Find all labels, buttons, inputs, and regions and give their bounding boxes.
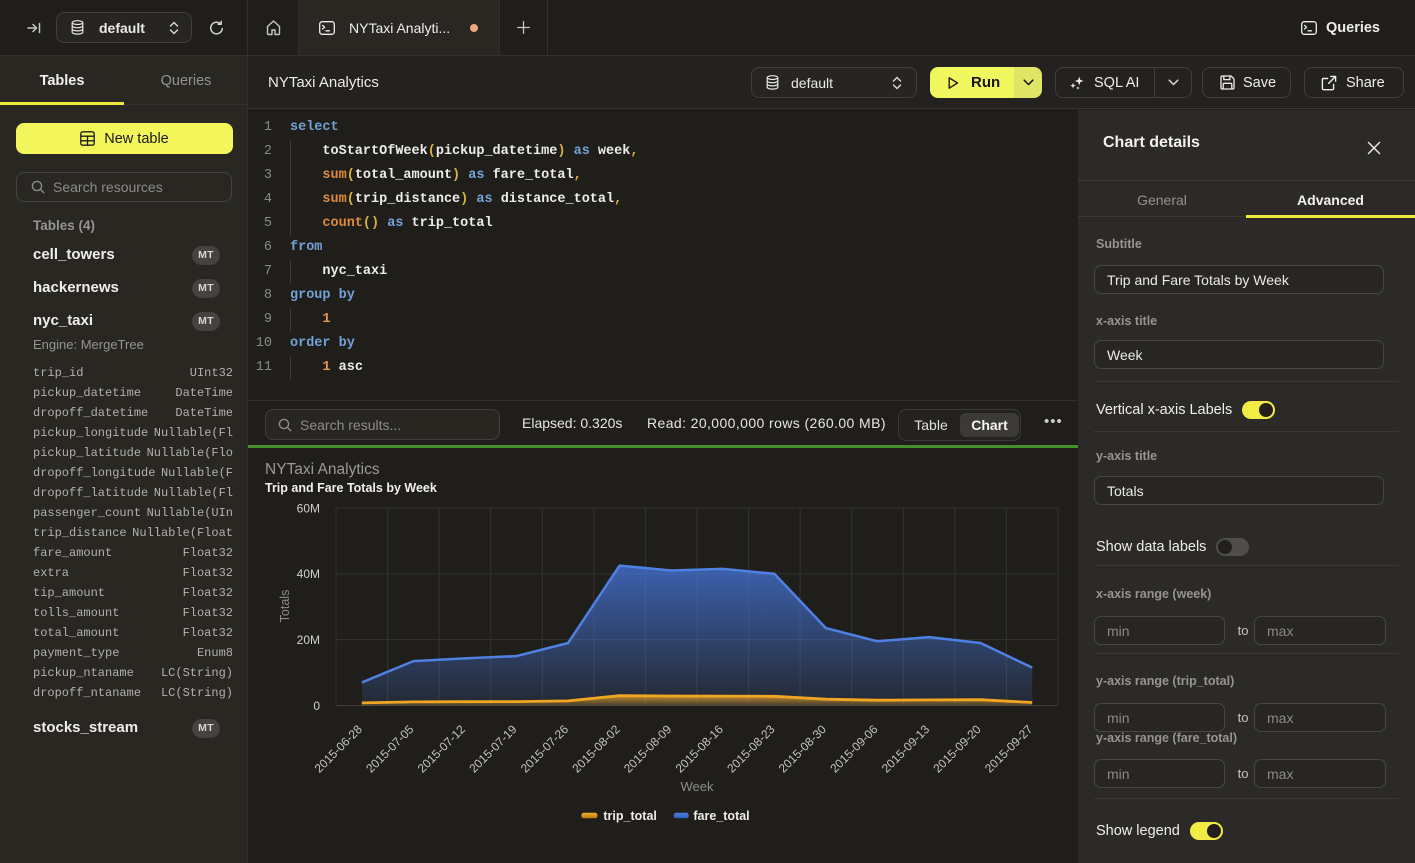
svg-text:Trip and Fare Totals by Week: Trip and Fare Totals by Week [265, 481, 437, 495]
svg-text:2015-09-20: 2015-09-20 [930, 722, 984, 776]
svg-text:2015-06-28: 2015-06-28 [312, 722, 366, 776]
svg-text:2015-07-19: 2015-07-19 [466, 722, 520, 776]
svg-text:60M: 60M [297, 501, 320, 515]
svg-text:2015-07-26: 2015-07-26 [518, 722, 572, 776]
svg-text:2015-08-30: 2015-08-30 [776, 722, 830, 776]
svg-text:2015-07-12: 2015-07-12 [415, 722, 469, 776]
svg-text:Totals: Totals [278, 590, 292, 623]
svg-text:40M: 40M [297, 567, 320, 581]
svg-text:2015-08-02: 2015-08-02 [569, 722, 623, 776]
svg-text:0: 0 [313, 699, 320, 713]
svg-text:trip_total: trip_total [603, 809, 656, 823]
svg-text:2015-08-23: 2015-08-23 [724, 722, 778, 776]
svg-text:NYTaxi Analytics: NYTaxi Analytics [265, 461, 380, 478]
svg-text:2015-08-09: 2015-08-09 [621, 722, 675, 776]
svg-text:2015-09-27: 2015-09-27 [982, 722, 1036, 776]
svg-text:2015-09-06: 2015-09-06 [827, 722, 881, 776]
svg-text:2015-08-16: 2015-08-16 [673, 722, 727, 776]
svg-text:20M: 20M [297, 633, 320, 647]
svg-text:Week: Week [681, 779, 714, 794]
svg-text:2015-09-13: 2015-09-13 [879, 722, 933, 776]
svg-text:fare_total: fare_total [693, 809, 749, 823]
svg-text:2015-07-05: 2015-07-05 [363, 722, 417, 776]
